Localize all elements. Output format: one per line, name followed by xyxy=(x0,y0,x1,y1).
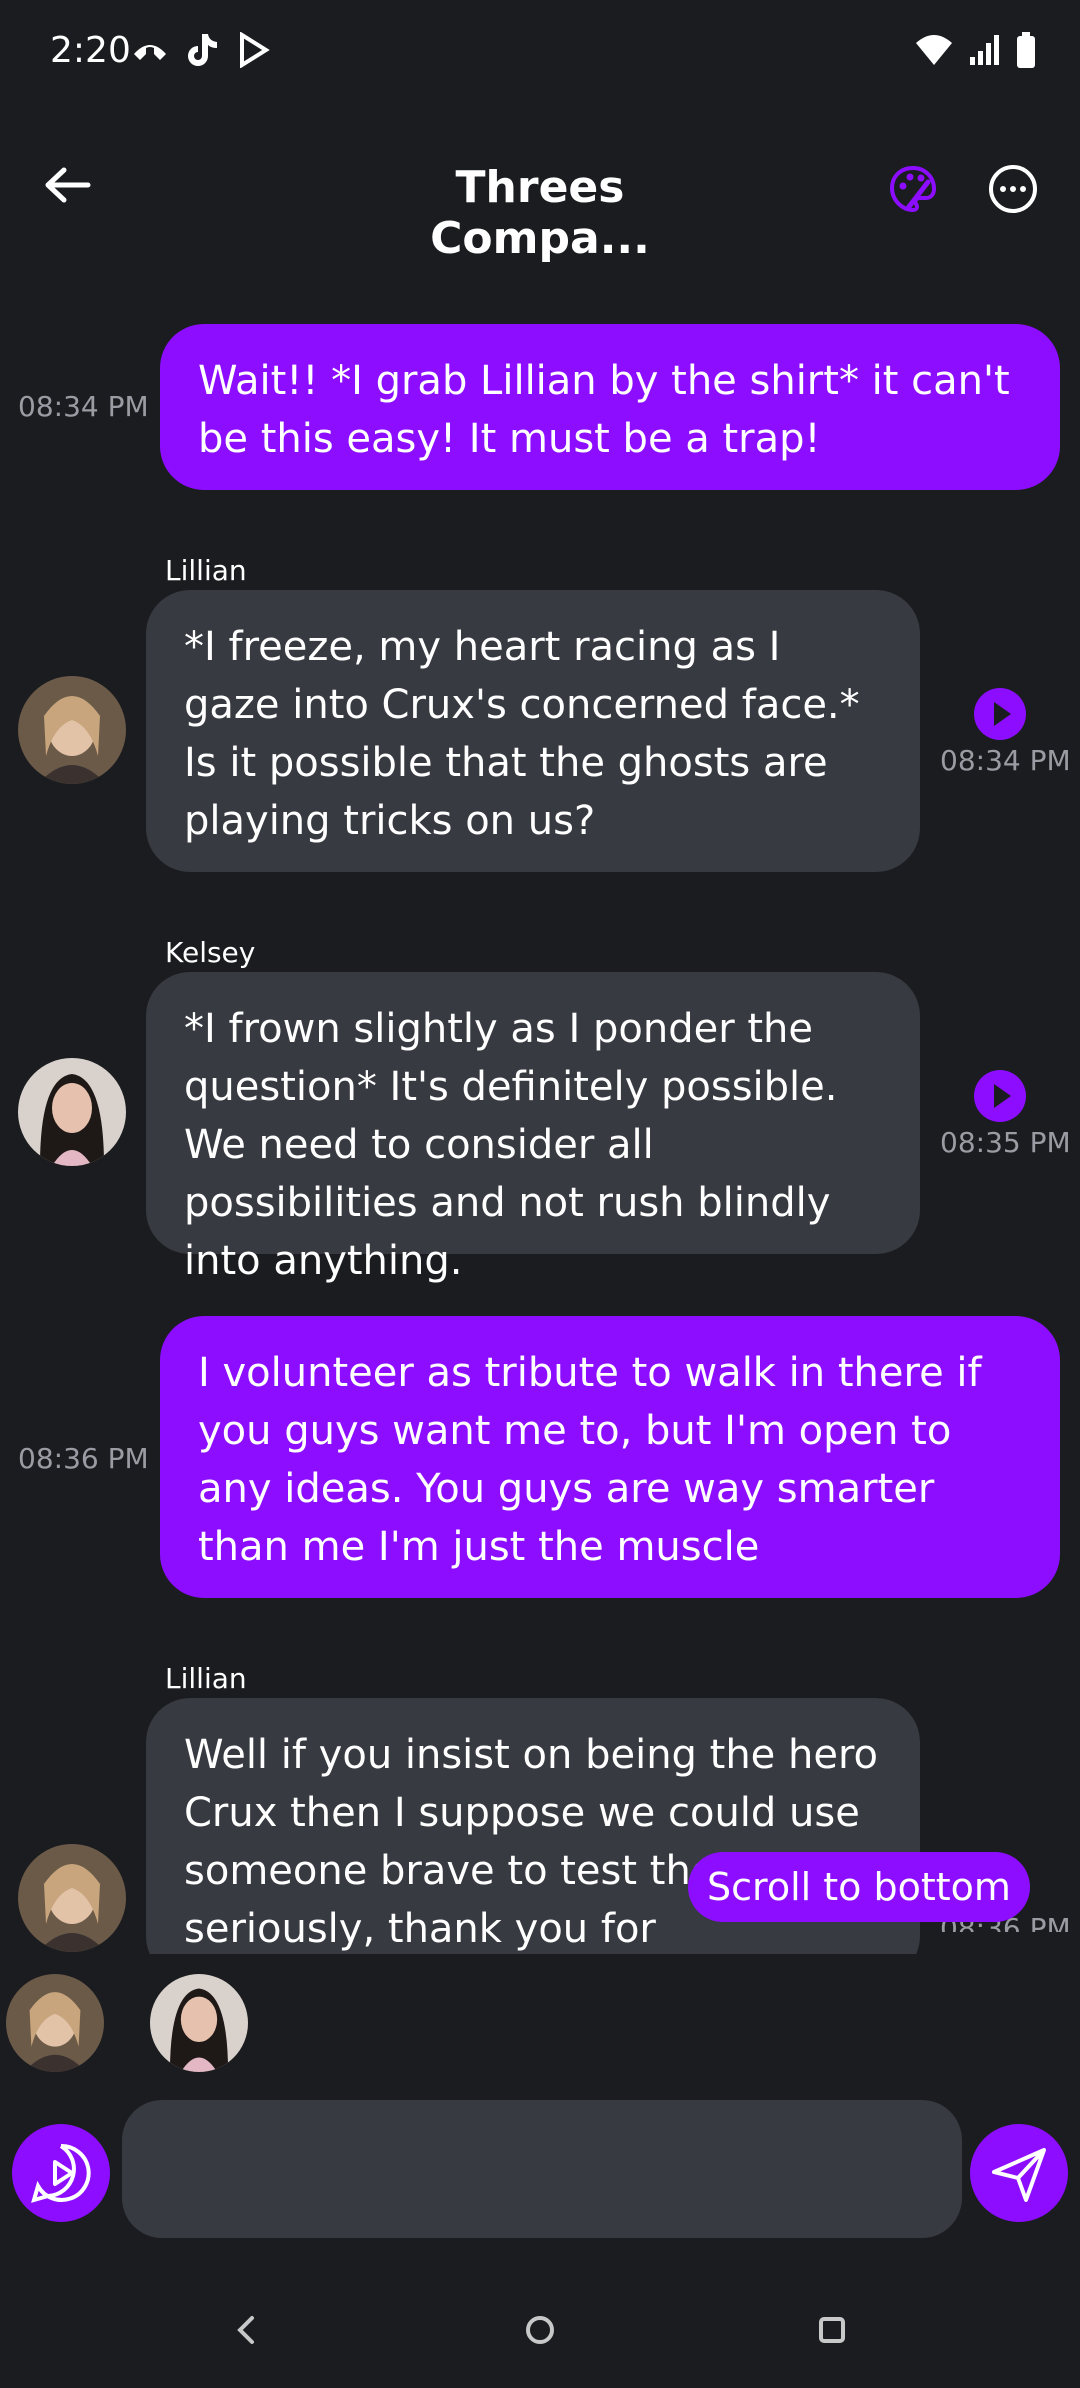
sender-name: Lillian xyxy=(165,554,247,587)
play-store-icon xyxy=(240,32,270,68)
more-options-button[interactable] xyxy=(988,164,1038,214)
voice-chat-button[interactable] xyxy=(12,2124,110,2222)
status-system-icons xyxy=(914,32,1036,68)
voice-chat-icon xyxy=(31,2143,91,2203)
character-message-bubble[interactable]: *I frown slightly as I ponder the questi… xyxy=(146,972,920,1284)
status-notification-icons xyxy=(130,32,270,68)
battery-icon xyxy=(1017,32,1035,68)
send-icon xyxy=(992,2148,1046,2202)
nav-home-button[interactable] xyxy=(520,2310,560,2350)
signal-icon xyxy=(970,35,999,65)
character-selector-lillian[interactable] xyxy=(6,1974,104,2072)
avatar-lillian-icon xyxy=(6,1974,104,2072)
avatar-lillian-icon xyxy=(18,676,126,784)
wifi-icon xyxy=(916,35,952,65)
character-message-bubble[interactable]: *I freeze, my heart racing as I gaze int… xyxy=(146,590,920,872)
character-selector-kelsey[interactable] xyxy=(150,1974,248,2072)
message-input[interactable] xyxy=(122,2100,962,2238)
message-time: 08:34 PM xyxy=(18,390,149,423)
avatar[interactable] xyxy=(18,1844,126,1952)
nav-recents-icon xyxy=(819,2317,845,2343)
palette-icon xyxy=(889,165,937,213)
user-message-bubble[interactable]: I volunteer as tribute to walk in there … xyxy=(160,1316,1060,1598)
tiktok-icon xyxy=(188,34,217,66)
user-message-bubble[interactable]: Wait!! *I grab Lillian by the shirt* it … xyxy=(160,324,1060,490)
message-time: 08:35 PM xyxy=(940,1126,1071,1159)
avatar-lillian-icon xyxy=(18,1844,126,1952)
sender-name: Kelsey xyxy=(165,936,256,969)
arrow-left-icon xyxy=(45,167,91,203)
avatar[interactable] xyxy=(18,1058,126,1166)
sender-name: Lillian xyxy=(165,1662,247,1695)
palette-button[interactable] xyxy=(888,164,938,214)
missed-call-icon xyxy=(134,45,166,60)
chat-title: Threes Compa... xyxy=(430,162,650,264)
back-button[interactable] xyxy=(40,160,100,210)
send-button[interactable] xyxy=(970,2124,1068,2222)
status-time: 2:20 xyxy=(50,30,131,71)
nav-back-icon xyxy=(237,2316,254,2344)
avatar-kelsey-icon xyxy=(150,1974,248,2072)
nav-home-icon xyxy=(526,2316,554,2344)
avatar[interactable] xyxy=(18,676,126,784)
message-time: 08:34 PM xyxy=(940,744,1071,777)
message-time: 08:36 PM xyxy=(18,1442,149,1475)
avatar-kelsey-icon xyxy=(18,1058,126,1166)
play-audio-button[interactable] xyxy=(974,688,1026,740)
nav-recents-button[interactable] xyxy=(812,2310,852,2350)
scroll-to-bottom-button[interactable]: Scroll to bottom xyxy=(688,1852,1030,1922)
more-horizontal-icon xyxy=(989,165,1037,213)
play-audio-button[interactable] xyxy=(974,1070,1026,1122)
nav-back-button[interactable] xyxy=(226,2310,266,2350)
